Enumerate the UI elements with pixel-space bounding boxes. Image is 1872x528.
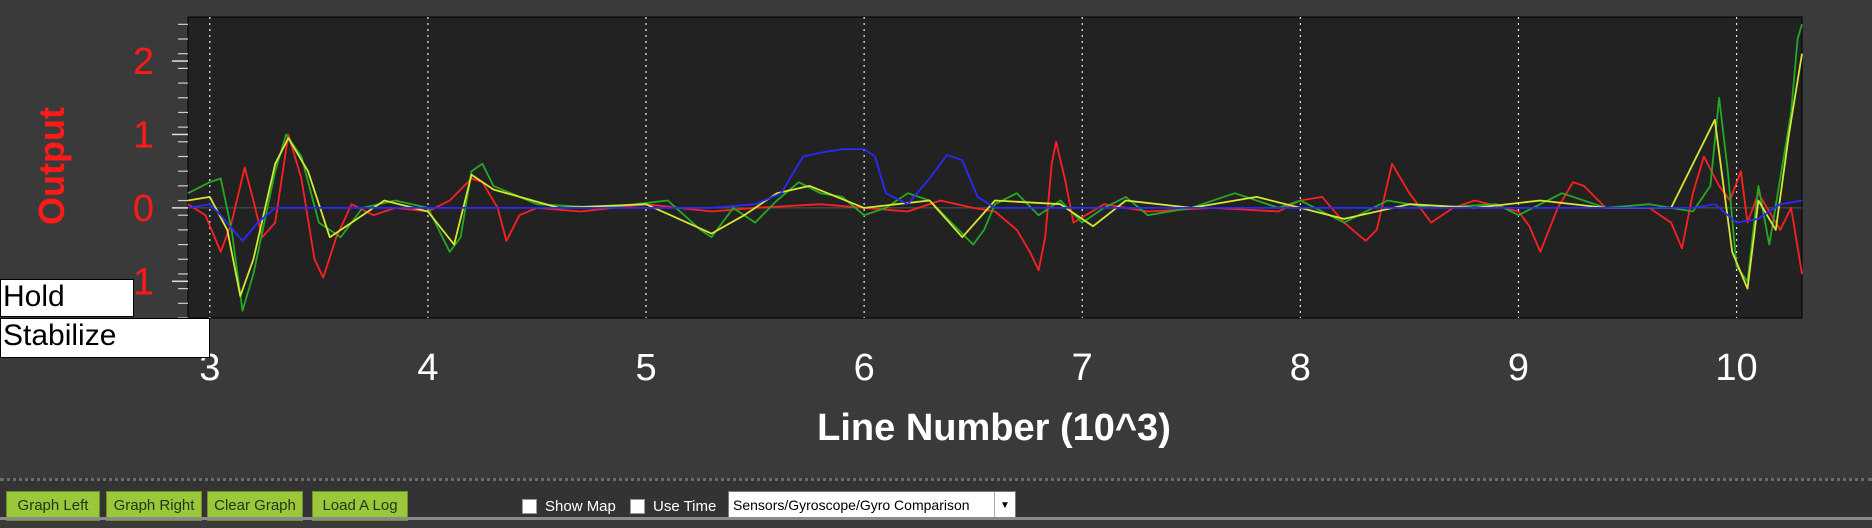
graph-panel: 3 4 5 6 7 8 9 10 2 1 0 -1 Output Line Number (10^3)… [0, 0, 1872, 478]
show-map-label: Show Map [545, 497, 616, 515]
x-tick-label: 5 [635, 347, 656, 389]
use-time-label: Use Time [653, 497, 717, 515]
x-tick-label: 10 [1715, 347, 1757, 389]
x-axis-title: Line Number (10^3) [817, 407, 1171, 449]
use-time-checkbox-box[interactable] [630, 498, 645, 514]
graph-type-dropdown[interactable]: Sensors/Gyroscope/Gyro Comparison ▼ [728, 491, 1016, 520]
show-map-checkbox[interactable]: Show Map [522, 495, 616, 517]
y-tick-label: 0 [133, 188, 154, 230]
x-tick-label: 8 [1290, 347, 1311, 389]
chevron-down-icon[interactable]: ▼ [994, 492, 1015, 519]
graph-type-selected: Sensors/Gyroscope/Gyro Comparison [733, 497, 970, 513]
y-axis-title: Output [31, 107, 72, 225]
chart: 3 4 5 6 7 8 9 10210-1 Output Line Number (10^3) [31, 16, 1803, 449]
y-tick-label: 1 [133, 114, 154, 156]
flight-mode-hold-label: Hold [0, 279, 134, 317]
plot-area [187, 16, 1803, 319]
y-tick-label: 2 [133, 41, 154, 83]
x-tick-label: 4 [417, 347, 438, 389]
x-tick-label: 7 [1072, 347, 1093, 389]
x-tick-label: 6 [854, 347, 875, 389]
use-time-checkbox[interactable]: Use Time [630, 495, 716, 517]
show-map-checkbox-box[interactable] [522, 498, 537, 514]
x-tick-label: 9 [1508, 347, 1529, 389]
bottom-toolbar: Graph Left Graph Right Clear Graph Load … [0, 478, 1872, 521]
flight-mode-stabilize-label: Stabilize [0, 318, 210, 358]
